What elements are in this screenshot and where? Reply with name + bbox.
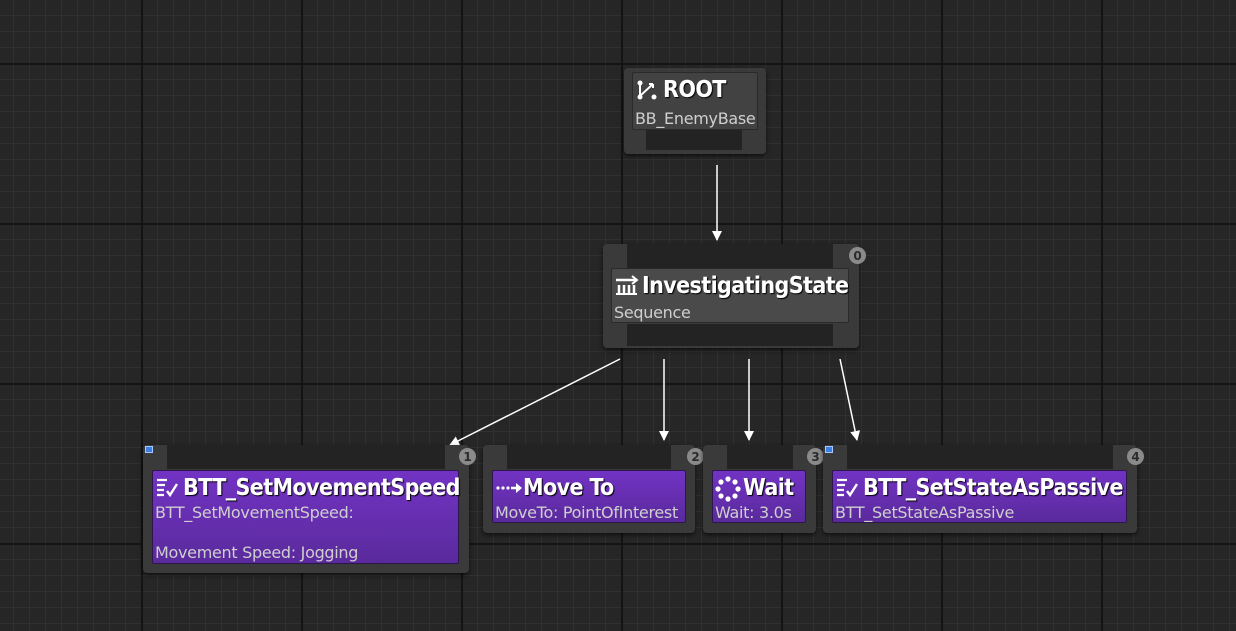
task-title-box: Wait Wait: 3.0s xyxy=(712,470,806,523)
task-title-box: BTT_SetMovementSpeed BTT_SetMovementSpee… xyxy=(152,470,460,564)
root-blackboard-label: BB_EnemyBase xyxy=(635,109,756,128)
wire-composite-to-task-1 xyxy=(449,358,621,446)
move-to-arrow-icon xyxy=(495,476,522,500)
task-node-set-movement-speed[interactable]: BTT_SetMovementSpeed BTT_SetMovementSpee… xyxy=(143,445,476,573)
task-title: Move To xyxy=(523,475,614,501)
execution-order-badge: 4 xyxy=(1127,448,1144,465)
root-title-box: ROOT BB_EnemyBase xyxy=(632,72,758,130)
sequence-icon xyxy=(614,274,639,298)
task-title: Wait xyxy=(743,475,794,501)
task-input-pin[interactable] xyxy=(507,445,671,469)
blueprint-task-icon xyxy=(155,476,179,500)
blueprint-marker-icon xyxy=(825,446,833,453)
task-node-move-to[interactable]: Move To MoveTo: PointOfInterest 2 xyxy=(483,445,704,533)
composite-input-pin[interactable] xyxy=(627,244,833,268)
wait-circle-icon xyxy=(715,476,741,502)
wire-composite-to-task-4 xyxy=(839,358,861,441)
blueprint-task-icon xyxy=(835,476,859,500)
execution-order-badge: 2 xyxy=(687,448,704,465)
execution-order-badge: 3 xyxy=(807,448,824,465)
root-title: ROOT xyxy=(663,77,726,103)
task-input-pin[interactable] xyxy=(727,445,793,469)
task-title-box: BTT_SetStateAsPassive BTT_SetStateAsPass… xyxy=(832,470,1127,523)
task-description: BTT_SetStateAsPassive xyxy=(835,503,1015,522)
task-description: MoveTo: PointOfInterest xyxy=(495,503,678,522)
root-output-pin[interactable] xyxy=(646,130,742,150)
task-description: BTT_SetMovementSpeed: xyxy=(155,503,354,522)
execution-order-badge: 0 xyxy=(849,247,866,264)
root-branch-icon xyxy=(635,78,659,102)
composite-node-investigating-state[interactable]: InvestigatingState Sequence 0 xyxy=(603,244,866,348)
task-property-movement-speed: Movement Speed: Jogging xyxy=(155,543,359,562)
task-description: Wait: 3.0s xyxy=(715,503,792,522)
composite-type-label: Sequence xyxy=(614,303,691,322)
execution-order-badge: 1 xyxy=(459,448,476,465)
blueprint-marker-icon xyxy=(145,446,153,453)
task-input-pin[interactable] xyxy=(847,445,1113,469)
task-node-wait[interactable]: Wait Wait: 3.0s 3 xyxy=(703,445,824,533)
task-title: BTT_SetMovementSpeed xyxy=(183,475,460,501)
task-title-box: Move To MoveTo: PointOfInterest xyxy=(492,470,686,523)
task-title: BTT_SetStateAsPassive xyxy=(863,475,1123,501)
task-node-set-state-as-passive[interactable]: BTT_SetStateAsPassive BTT_SetStateAsPass… xyxy=(823,445,1144,533)
task-input-pin[interactable] xyxy=(167,445,445,469)
composite-title: InvestigatingState xyxy=(642,273,849,299)
composite-title-box: InvestigatingState Sequence xyxy=(611,268,849,323)
composite-output-pin[interactable] xyxy=(627,324,833,346)
root-node[interactable]: ROOT BB_EnemyBase xyxy=(624,68,766,154)
